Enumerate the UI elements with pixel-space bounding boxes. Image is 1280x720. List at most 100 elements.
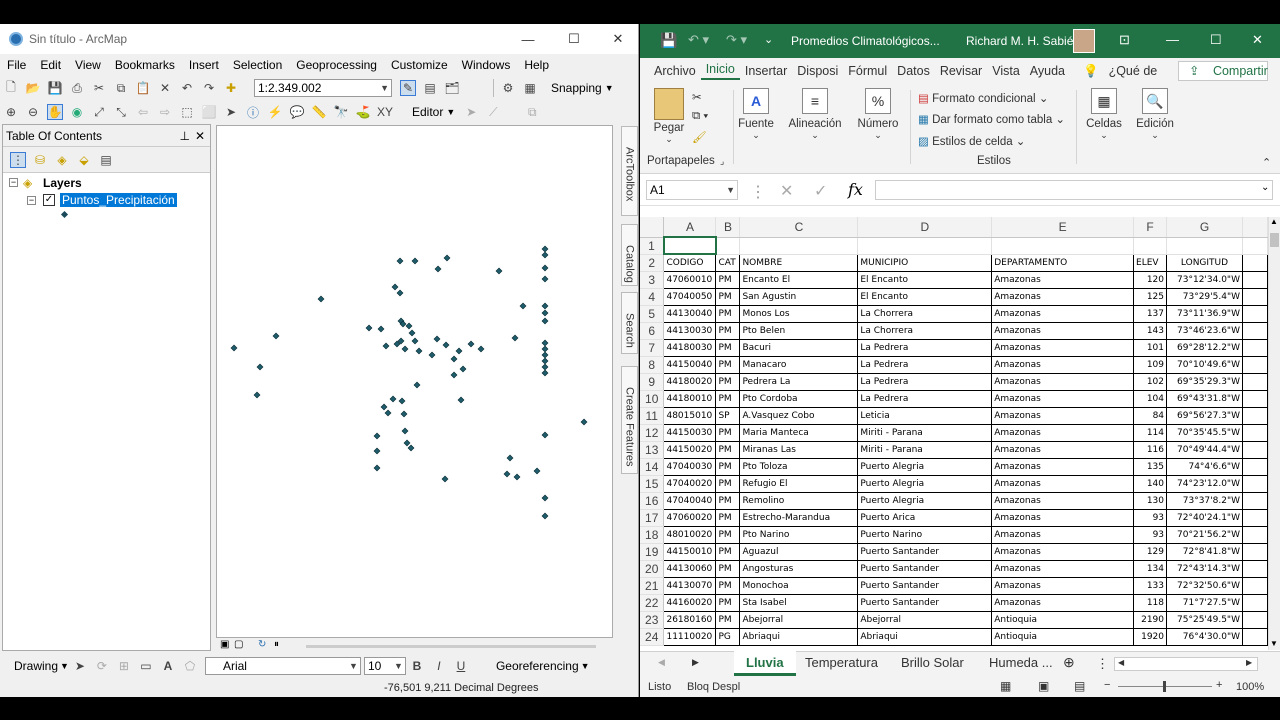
precipitation-point[interactable] xyxy=(389,395,397,403)
precipitation-point[interactable] xyxy=(541,317,549,325)
cell[interactable] xyxy=(857,237,993,255)
cell-g[interactable]: 70°21'56.2"W xyxy=(1166,526,1243,544)
redo-icon[interactable]: ↷ ▾ xyxy=(726,32,747,48)
cell-styles-button[interactable]: ▨ Estilos de celda ⌄ xyxy=(918,134,1025,148)
cell-f[interactable]: 118 xyxy=(1133,594,1168,612)
cell-b[interactable]: PM xyxy=(715,543,741,561)
column-header[interactable]: F xyxy=(1133,217,1168,238)
header-cell[interactable]: CODIGO xyxy=(663,253,717,272)
data-view-icon[interactable]: ▣ xyxy=(220,639,229,650)
cell-c[interactable]: Bacuri xyxy=(739,339,859,357)
customize-qat-icon[interactable]: ⌄ xyxy=(764,33,773,46)
row-header[interactable]: 17 xyxy=(640,509,665,527)
forward-icon[interactable]: ⇨ xyxy=(157,104,173,120)
cell-b[interactable]: PM xyxy=(715,339,741,357)
font-name-combo[interactable]: Arial ▼ xyxy=(204,657,361,675)
row-header[interactable]: 3 xyxy=(640,271,665,289)
cell-g[interactable]: 72°32'50.6"W xyxy=(1166,577,1243,595)
cell-c[interactable]: Maria Manteca xyxy=(739,424,859,442)
font-button[interactable]: A Fuente ⌄ xyxy=(736,88,776,141)
cancel-icon[interactable]: ✕ xyxy=(780,181,793,201)
header-cell[interactable]: DEPARTAMENTO xyxy=(991,253,1135,272)
format-as-table-button[interactable]: ▦ Dar formato como tabla ⌄ xyxy=(918,112,1065,126)
cell[interactable] xyxy=(1242,560,1268,578)
cell-c[interactable]: Angosturas xyxy=(739,560,859,578)
precipitation-point[interactable] xyxy=(503,470,511,478)
cell[interactable] xyxy=(1166,237,1243,255)
cell[interactable] xyxy=(1242,492,1268,510)
cell-b[interactable]: PM xyxy=(715,441,741,459)
cell[interactable] xyxy=(739,237,859,255)
precipitation-point[interactable] xyxy=(441,475,449,483)
cell-f[interactable]: 84 xyxy=(1133,407,1168,425)
cell-d[interactable]: La Chorrera xyxy=(857,305,993,323)
cell-e[interactable]: Amazonas xyxy=(991,288,1135,306)
column-header[interactable]: B xyxy=(715,217,741,238)
layout-view-icon[interactable]: ▢ xyxy=(234,639,243,650)
precipitation-point[interactable] xyxy=(511,334,519,342)
header-cell[interactable]: NOMBRE xyxy=(739,253,859,272)
precipitation-point[interactable] xyxy=(413,381,421,389)
pin-icon[interactable]: ⊥ xyxy=(180,129,190,143)
cell-b[interactable]: PM xyxy=(715,322,741,340)
layer-visibility-checkbox[interactable]: ✓ xyxy=(43,194,55,206)
cell-c[interactable]: Remolino xyxy=(739,492,859,510)
cell-b[interactable]: PM xyxy=(715,475,741,493)
cell-g[interactable]: 70°10'49.6"W xyxy=(1166,356,1243,374)
menu-insert[interactable]: Insert xyxy=(182,58,226,72)
precipitation-point[interactable] xyxy=(434,265,442,273)
cell[interactable] xyxy=(1242,356,1268,374)
cell[interactable] xyxy=(1242,305,1268,323)
cell-f[interactable]: 93 xyxy=(1133,526,1168,544)
cell-d[interactable]: Miriti - Parana xyxy=(857,441,993,459)
row-header[interactable]: 6 xyxy=(640,322,665,340)
cell-f[interactable]: 104 xyxy=(1133,390,1168,408)
select-elements-icon[interactable]: ➤ xyxy=(72,658,88,674)
cell-f[interactable]: 130 xyxy=(1133,492,1168,510)
add-data-icon[interactable]: ✚ xyxy=(223,80,239,96)
cell-c[interactable]: Pto Toloza xyxy=(739,458,859,476)
cell[interactable] xyxy=(1242,373,1268,391)
cell-b[interactable]: PM xyxy=(715,594,741,612)
cell-d[interactable]: La Pedrera xyxy=(857,373,993,391)
row-header[interactable]: 22 xyxy=(640,594,665,612)
georef-tool-icon[interactable]: ⧉ xyxy=(524,104,540,120)
menu-geoprocessing[interactable]: Geoprocessing xyxy=(289,58,384,72)
table-of-contents-icon[interactable]: ▤ xyxy=(422,80,438,96)
header-cell[interactable]: ELEV xyxy=(1133,253,1168,272)
tab-catalog[interactable]: Catalog xyxy=(621,224,638,286)
fixed-zoom-out-icon[interactable]: ⤡ xyxy=(113,104,129,120)
python-icon[interactable]: ▦ xyxy=(522,80,538,96)
next-sheet-icon[interactable]: ▶ xyxy=(692,657,699,668)
row-header[interactable]: 5 xyxy=(640,305,665,323)
alignment-button[interactable]: ≡ Alineación ⌄ xyxy=(787,88,843,141)
cell-a[interactable]: 44150020 xyxy=(663,441,717,459)
full-extent-icon[interactable]: ◉ xyxy=(69,104,85,120)
maximize-icon[interactable]: ☐ xyxy=(1210,32,1222,48)
cell-a[interactable]: 48015010 xyxy=(663,407,717,425)
row-header[interactable]: 12 xyxy=(640,424,665,442)
menu-edit[interactable]: Edit xyxy=(33,58,68,72)
cell-f[interactable]: 134 xyxy=(1133,560,1168,578)
dialog-launcher-icon[interactable]: ⌟ xyxy=(720,156,724,167)
hyperlink-icon[interactable]: ⚡ xyxy=(267,104,283,120)
column-header[interactable]: D xyxy=(857,217,993,238)
column-header[interactable]: C xyxy=(739,217,859,238)
scroll-up-icon[interactable]: ▲ xyxy=(1270,217,1278,226)
cell-d[interactable]: Leticia xyxy=(857,407,993,425)
scroll-right-icon[interactable]: ▶ xyxy=(1246,658,1252,667)
cell-g[interactable]: 76°4'30.0"W xyxy=(1166,628,1243,646)
precipitation-point[interactable] xyxy=(541,245,549,253)
cell-g[interactable]: 70°35'45.5"W xyxy=(1166,424,1243,442)
print-icon[interactable]: ⎙ xyxy=(69,80,85,96)
menu-windows[interactable]: Windows xyxy=(455,58,518,72)
cell-c[interactable]: Pto Narino xyxy=(739,526,859,544)
cut-icon[interactable]: ✂ xyxy=(692,90,702,104)
precipitation-point[interactable] xyxy=(580,418,588,426)
tab-ayuda[interactable]: Ayuda xyxy=(1025,64,1070,78)
precipitation-point[interactable] xyxy=(382,342,390,350)
precipitation-point[interactable] xyxy=(533,467,541,475)
cell-f[interactable]: 137 xyxy=(1133,305,1168,323)
precipitation-point[interactable] xyxy=(541,357,549,365)
precipitation-point[interactable] xyxy=(365,324,373,332)
